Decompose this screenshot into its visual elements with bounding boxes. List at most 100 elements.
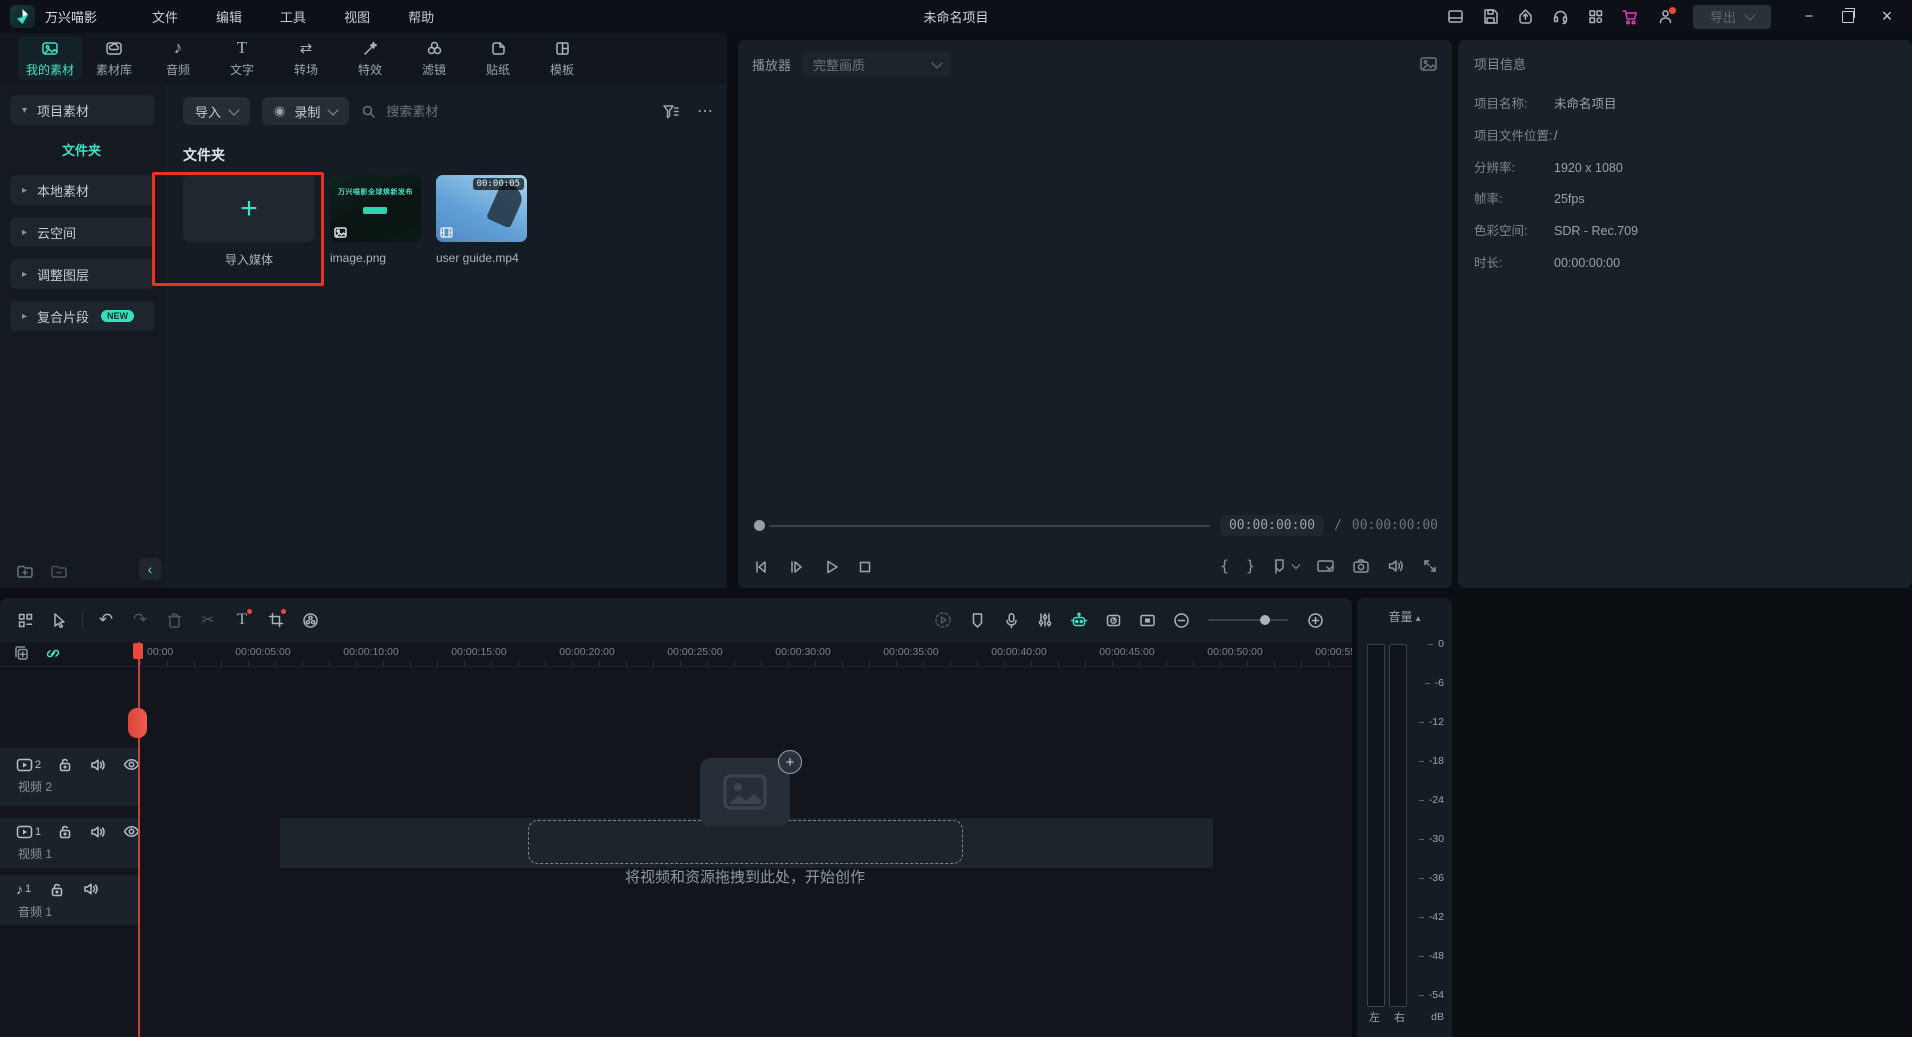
zoom-slider-handle[interactable] xyxy=(1260,615,1270,625)
playhead-grip[interactable] xyxy=(128,708,147,738)
add-media-plus-icon[interactable]: + xyxy=(778,750,802,774)
video-thumbnail[interactable]: 00:00:05 xyxy=(436,175,527,242)
quick-text-button[interactable]: T xyxy=(225,605,259,635)
play-button[interactable] xyxy=(822,559,840,575)
tab-effects[interactable]: 特效 xyxy=(338,36,402,80)
menu-file[interactable]: 文件 xyxy=(133,7,197,26)
speed-settings-button[interactable] xyxy=(1096,605,1130,635)
apps-grid-icon[interactable] xyxy=(1582,4,1608,30)
menu-tools[interactable]: 工具 xyxy=(261,7,325,26)
mute-speaker-icon[interactable] xyxy=(1387,558,1405,574)
voiceover-mic-button[interactable] xyxy=(994,605,1028,635)
lock-track-icon[interactable] xyxy=(58,824,72,839)
preview-frame-button[interactable] xyxy=(1130,605,1164,635)
seek-handle[interactable] xyxy=(754,520,765,531)
link-clips-icon[interactable] xyxy=(45,646,61,661)
workspace-layout-icon[interactable] xyxy=(1442,4,1468,30)
save-icon[interactable] xyxy=(1477,4,1503,30)
select-cursor-icon[interactable] xyxy=(42,605,76,635)
store-cart-icon[interactable] xyxy=(1617,4,1643,30)
mark-out-button[interactable]: } xyxy=(1246,557,1255,575)
search-box[interactable] xyxy=(361,103,650,120)
timeline-ruler[interactable]: 00:00 00:00:05:00 00:00:10:00 00:00:15:0… xyxy=(0,642,1352,667)
track-header-video-2[interactable]: 2 视频 2 xyxy=(0,748,140,806)
marker-button[interactable] xyxy=(1272,558,1299,574)
delete-button[interactable] xyxy=(157,605,191,635)
seek-track[interactable] xyxy=(769,525,1210,527)
track-header-audio-1[interactable]: ♪ 1 音频 1 xyxy=(0,875,140,925)
mute-track-icon[interactable] xyxy=(90,758,106,772)
tab-stickers[interactable]: 贴纸 xyxy=(466,36,530,80)
image-thumbnail[interactable]: 万兴喵影全球焕新发布 xyxy=(330,175,421,242)
marker-shield-button[interactable] xyxy=(960,605,994,635)
filter-sort-icon[interactable] xyxy=(662,104,679,119)
zoom-in-button[interactable] xyxy=(1298,605,1332,635)
import-button[interactable]: 导入 xyxy=(183,97,250,125)
undo-button[interactable]: ↶ xyxy=(89,605,123,635)
new-folder-icon[interactable] xyxy=(16,564,34,580)
tab-filters[interactable]: 滤镜 xyxy=(402,36,466,80)
sidebar-item-cloud[interactable]: ▸ 云空间 xyxy=(10,217,155,247)
tab-stock-library[interactable]: 素材库 xyxy=(82,36,146,80)
account-icon[interactable] xyxy=(1652,4,1678,30)
preview-image-icon[interactable] xyxy=(1419,56,1438,72)
tab-templates[interactable]: 模板 xyxy=(530,36,594,80)
tab-text[interactable]: T 文字 xyxy=(210,36,274,80)
quality-dropdown[interactable]: 完整画质 xyxy=(803,51,951,77)
import-media-card[interactable]: + 导入媒体 xyxy=(183,175,315,268)
tab-audio[interactable]: ♪ 音频 xyxy=(146,36,210,80)
minimize-button[interactable]: − xyxy=(1794,4,1824,30)
stop-button[interactable] xyxy=(857,559,873,575)
menu-view[interactable]: 视图 xyxy=(325,7,389,26)
mute-track-icon[interactable] xyxy=(90,825,106,839)
menu-help[interactable]: 帮助 xyxy=(389,7,453,26)
snapshot-camera-icon[interactable] xyxy=(1352,558,1370,574)
close-button[interactable]: × xyxy=(1872,4,1902,30)
media-item-video[interactable]: 00:00:05 user guide.mp4 xyxy=(436,175,527,268)
playhead-top-marker[interactable] xyxy=(133,643,143,659)
upload-cloud-icon[interactable] xyxy=(1512,4,1538,30)
second-screen-icon[interactable] xyxy=(1316,558,1335,574)
volume-title[interactable]: 音量 ▴ xyxy=(1357,598,1452,625)
export-button[interactable]: 导出 xyxy=(1693,5,1771,29)
media-item-image[interactable]: 万兴喵影全球焕新发布 image.png xyxy=(330,175,421,268)
previous-frame-button[interactable] xyxy=(752,559,770,575)
delete-folder-icon[interactable] xyxy=(50,564,68,580)
import-media-tile[interactable]: + xyxy=(183,175,315,242)
search-input[interactable] xyxy=(384,103,508,120)
fullscreen-icon[interactable] xyxy=(1422,558,1438,574)
track-header-video-1[interactable]: 1 视频 1 xyxy=(0,818,140,868)
redo-button[interactable]: ↷ xyxy=(123,605,157,635)
zoom-out-button[interactable] xyxy=(1164,605,1198,635)
split-scissors-button[interactable]: ✂ xyxy=(191,605,225,635)
collapse-sidebar-button[interactable]: ‹ xyxy=(139,558,161,580)
next-frame-button[interactable] xyxy=(787,559,805,575)
render-preview-button[interactable] xyxy=(926,605,960,635)
timeline-zoom-slider[interactable] xyxy=(1208,619,1288,621)
lock-track-icon[interactable] xyxy=(50,882,64,897)
drop-zone[interactable] xyxy=(528,820,963,864)
mute-track-icon[interactable] xyxy=(83,882,99,896)
sidebar-item-local-media[interactable]: ▸ 本地素材 xyxy=(10,175,155,205)
seek-bar[interactable]: 00:00:00:00 / 00:00:00:00 xyxy=(754,515,1438,536)
color-palette-button[interactable] xyxy=(293,605,327,635)
support-headset-icon[interactable] xyxy=(1547,4,1573,30)
mark-in-button[interactable]: { xyxy=(1220,557,1229,575)
sidebar-item-compound-clip[interactable]: ▸ 复合片段 NEW xyxy=(10,301,155,331)
sidebar-item-folder[interactable]: 文件夹 xyxy=(10,135,155,163)
audio-mixer-button[interactable] xyxy=(1028,605,1062,635)
maximize-button[interactable] xyxy=(1833,4,1863,30)
manage-tracks-icon[interactable] xyxy=(8,605,42,635)
playhead-line[interactable] xyxy=(138,642,140,1037)
crop-button[interactable] xyxy=(259,605,293,635)
sidebar-item-project-media[interactable]: ▾ 项目素材 xyxy=(10,95,155,125)
menu-edit[interactable]: 编辑 xyxy=(197,7,261,26)
sidebar-item-adjustment-layer[interactable]: ▸ 调整图层 xyxy=(10,259,155,289)
more-options-icon[interactable]: ⋯ xyxy=(697,101,713,121)
copy-clip-icon[interactable] xyxy=(14,645,29,661)
record-button[interactable]: ◉ 录制 xyxy=(262,97,349,125)
tab-my-media[interactable]: 我的素材 xyxy=(18,36,82,80)
tab-transitions[interactable]: ⇄ 转场 xyxy=(274,36,338,80)
current-timecode[interactable]: 00:00:00:00 xyxy=(1220,515,1324,536)
lock-track-icon[interactable] xyxy=(58,757,72,772)
